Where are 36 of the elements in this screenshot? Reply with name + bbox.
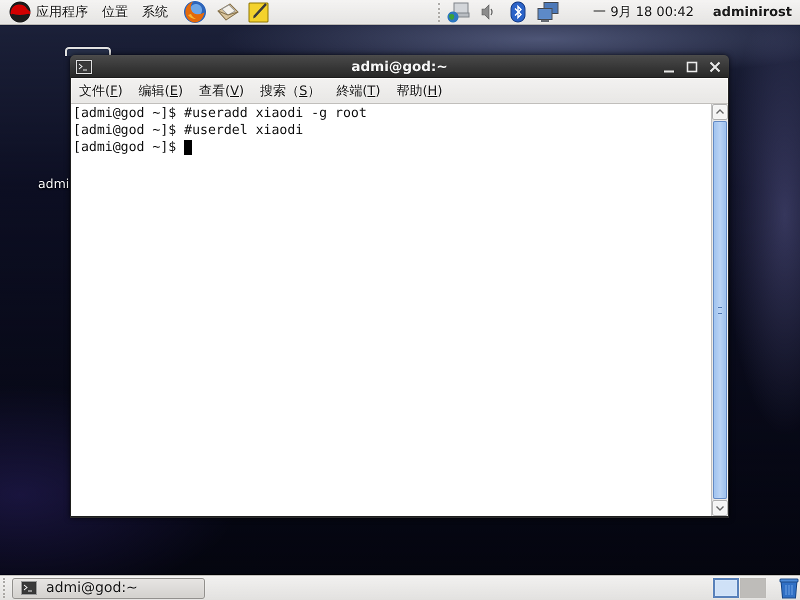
close-icon[interactable] xyxy=(709,60,721,72)
menu-item[interactable]: 終端(T) xyxy=(328,82,388,100)
terminal-icon[interactable] xyxy=(76,60,92,74)
menu-item[interactable]: 编辑(E) xyxy=(130,82,192,100)
menu-item[interactable]: 搜索（S） xyxy=(252,82,328,100)
scrollbar-thumb[interactable] xyxy=(713,121,727,499)
terminal-line: [admi@god ~]$ #useradd xiaodi -g root xyxy=(73,105,367,122)
note-pencil-icon[interactable] xyxy=(247,0,271,24)
terminal-line: [admi@god ~]$ #userdel xiaodi xyxy=(73,122,304,139)
terminal-icon xyxy=(21,581,37,595)
maximize-icon[interactable] xyxy=(686,60,698,72)
monitors-icon[interactable] xyxy=(536,1,560,23)
window-titlebar[interactable]: admi@god:~ xyxy=(70,55,729,78)
envelope-icon[interactable] xyxy=(216,1,240,23)
workspace-button[interactable] xyxy=(713,578,739,598)
window-title: admi@god:~ xyxy=(351,58,448,74)
menu-item[interactable]: 查看(V) xyxy=(191,82,252,100)
menu-item[interactable]: 文件(F) xyxy=(71,82,131,100)
computer-globe-icon[interactable] xyxy=(446,1,470,23)
trash-icon[interactable] xyxy=(778,577,800,599)
desktop-icon[interactable] xyxy=(65,47,111,56)
panel-clock[interactable]: 一 9月 18 00:42 xyxy=(593,3,694,21)
panel-menu[interactable]: 位置 xyxy=(102,3,128,21)
taskbar-button[interactable]: admi@god:~ xyxy=(12,578,205,598)
bluetooth-icon[interactable] xyxy=(510,1,526,23)
terminal-line: [admi@god ~]$ xyxy=(73,139,176,156)
speaker-icon[interactable] xyxy=(481,2,496,22)
panel-menu[interactable]: 应用程序 xyxy=(36,3,88,21)
menu-item[interactable]: 帮助(H) xyxy=(388,82,450,100)
scroll-up-icon[interactable] xyxy=(712,104,728,120)
globe-icon[interactable] xyxy=(183,0,207,24)
scroll-down-icon[interactable] xyxy=(712,500,728,516)
hat-icon[interactable] xyxy=(7,1,33,23)
panel-user-name[interactable]: adminirost xyxy=(712,4,792,20)
panel-menu[interactable]: 系统 xyxy=(142,3,168,21)
desktop-icon-label[interactable]: admi xyxy=(38,176,70,191)
